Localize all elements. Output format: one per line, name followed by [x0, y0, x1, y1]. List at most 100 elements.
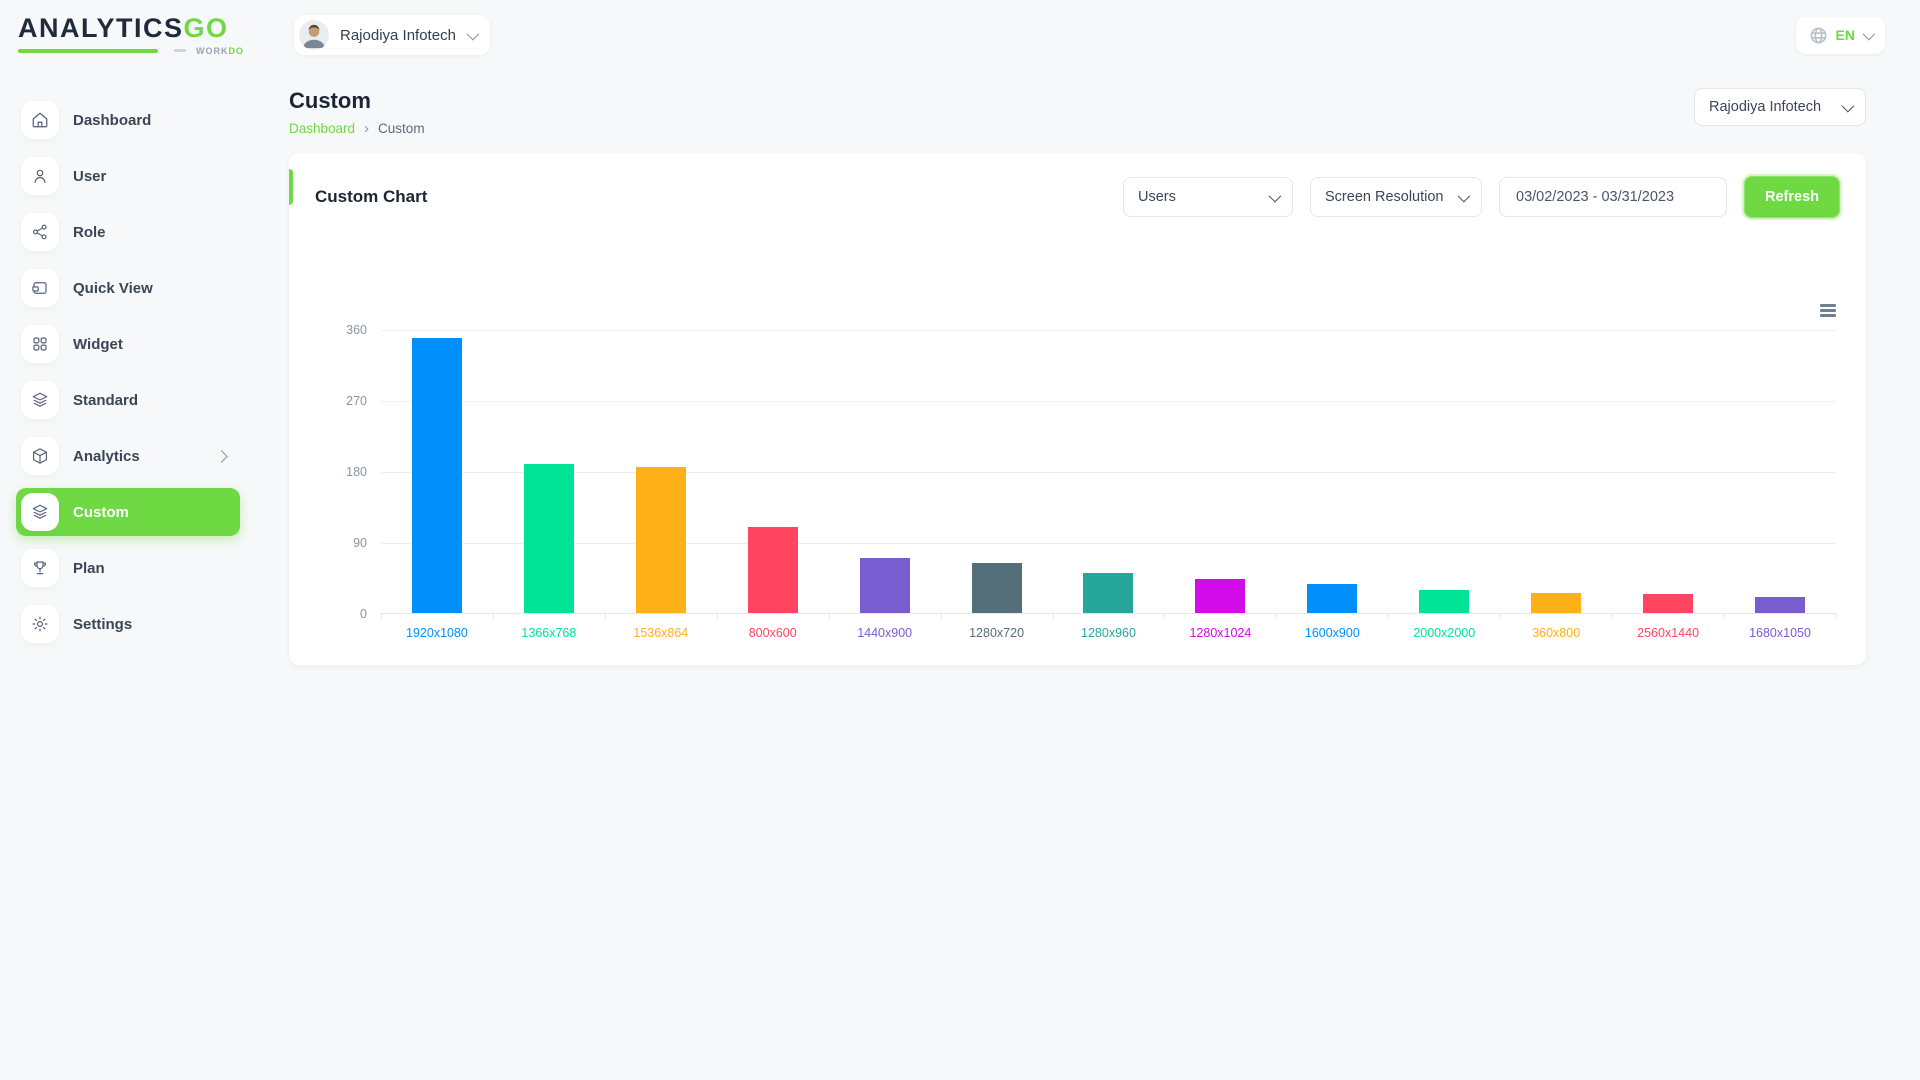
layers-icon: [31, 503, 49, 521]
y-axis-tick-label: 180: [346, 465, 367, 479]
avatar: [299, 20, 329, 50]
company-switcher[interactable]: Rajodiya Infotech: [294, 15, 490, 55]
bar-1280x1024[interactable]: [1195, 579, 1245, 613]
bar-slot: [1276, 330, 1388, 613]
bar-1920x1080[interactable]: [412, 338, 462, 613]
sidebar-item-role[interactable]: Role: [16, 208, 240, 256]
x-axis-tick: [1164, 613, 1165, 619]
x-axis-category-label: 1680x1050: [1724, 626, 1836, 640]
custom-chart-card: Custom Chart Users Screen Resolution Ref…: [289, 153, 1866, 665]
company-filter-select[interactable]: Rajodiya Infotech: [1694, 88, 1866, 126]
breadcrumb-dashboard-link[interactable]: Dashboard: [289, 121, 355, 136]
home-icon: [31, 111, 49, 129]
x-axis-category-label: 2560x1440: [1612, 626, 1724, 640]
sidebar-item-user[interactable]: User: [16, 152, 240, 200]
y-axis-tick-label: 360: [346, 323, 367, 337]
breadcrumb-separator: ›: [364, 121, 369, 136]
main-content: Custom Dashboard › Custom Rajodiya Infot…: [245, 70, 1920, 665]
breadcrumb-current: Custom: [378, 121, 425, 136]
bar-1440x900[interactable]: [860, 558, 910, 613]
chart-plot: 360270180900: [381, 330, 1836, 614]
chevron-right-icon: [215, 450, 228, 463]
breadcrumb: Dashboard › Custom: [289, 121, 425, 136]
sidebar-item-label: Role: [73, 224, 106, 241]
sidebar-item-label: Analytics: [73, 448, 140, 465]
sidebar-item-label: Custom: [73, 504, 129, 521]
bar-slot: [1612, 330, 1724, 613]
sidebar-item-quick-view[interactable]: Quick View: [16, 264, 240, 312]
sidebar-item-settings[interactable]: Settings: [16, 600, 240, 648]
metric-select[interactable]: Users: [1123, 177, 1293, 217]
globe-icon: [1809, 26, 1828, 45]
card-title: Custom Chart: [315, 187, 427, 207]
x-axis-tick: [1388, 613, 1389, 619]
sidebar-item-label: Dashboard: [73, 112, 151, 129]
bar-slot: [1724, 330, 1836, 613]
x-axis-category-label: 800x600: [717, 626, 829, 640]
bar-1280x720[interactable]: [972, 563, 1022, 613]
x-axis-tick: [493, 613, 494, 619]
y-axis-tick-label: 90: [353, 536, 367, 550]
trophy-icon: [31, 559, 49, 577]
sidebar-item-plan[interactable]: Plan: [16, 544, 240, 592]
bars: [381, 330, 1836, 613]
x-axis-tick: [941, 613, 942, 619]
bar-360x800[interactable]: [1531, 593, 1581, 613]
bar-slot: [941, 330, 1053, 613]
x-axis-tick: [1053, 613, 1054, 619]
x-axis-tick: [605, 613, 606, 619]
sidebar-item-label: Standard: [73, 392, 138, 409]
bar-800x600[interactable]: [748, 527, 798, 613]
sidebar-item-dashboard[interactable]: Dashboard: [16, 96, 240, 144]
chevron-down-icon: [1842, 99, 1855, 112]
chevron-down-icon: [1863, 27, 1876, 40]
bar-slot: [829, 330, 941, 613]
company-name: Rajodiya Infotech: [340, 27, 456, 44]
app-logo[interactable]: ANALYTICSGO WORKDO: [18, 15, 244, 56]
dimension-select[interactable]: Screen Resolution: [1310, 177, 1482, 217]
sidebar-item-standard[interactable]: Standard: [16, 376, 240, 424]
language-selector[interactable]: EN: [1796, 17, 1885, 54]
x-axis-tick: [1724, 613, 1725, 619]
share-icon: [31, 223, 49, 241]
sidebar-item-widget[interactable]: Widget: [16, 320, 240, 368]
chart-x-labels: 1920x10801366x7681536x864800x6001440x900…: [381, 626, 1836, 640]
date-range-input[interactable]: [1499, 177, 1727, 217]
x-axis-category-label: 1920x1080: [381, 626, 493, 640]
sidebar-item-label: Settings: [73, 616, 132, 633]
x-axis-tick: [1276, 613, 1277, 619]
x-axis-category-label: 1366x768: [493, 626, 605, 640]
chevron-down-icon: [466, 27, 479, 40]
bar-2560x1440[interactable]: [1643, 594, 1693, 613]
bar-slot: [381, 330, 493, 613]
sidebar-item-label: Quick View: [73, 280, 153, 297]
bar-1366x768[interactable]: [524, 464, 574, 613]
bar-2000x2000[interactable]: [1419, 590, 1469, 613]
bar-chart: 360270180900 1920x10801366x7681536x86480…: [289, 228, 1866, 640]
sidebar: Dashboard User Role Quick View Widget St…: [0, 70, 245, 656]
x-axis-category-label: 1536x864: [605, 626, 717, 640]
language-code: EN: [1836, 27, 1855, 43]
bar-1600x900[interactable]: [1307, 584, 1357, 613]
sidebar-item-custom[interactable]: Custom: [16, 488, 240, 536]
x-axis-category-label: 1280x960: [1053, 626, 1165, 640]
chevron-down-icon: [1269, 189, 1282, 202]
x-axis-tick: [717, 613, 718, 619]
refresh-button[interactable]: Refresh: [1744, 176, 1840, 218]
x-axis-tick: [1612, 613, 1613, 619]
y-axis-tick-label: 0: [360, 607, 367, 621]
x-axis-category-label: 1600x900: [1276, 626, 1388, 640]
x-axis-category-label: 1280x720: [941, 626, 1053, 640]
bar-1280x960[interactable]: [1083, 573, 1133, 613]
x-axis-category-label: 1280x1024: [1164, 626, 1276, 640]
chevron-down-icon: [1458, 189, 1471, 202]
x-axis-tick: [1836, 613, 1837, 619]
sidebar-item-analytics[interactable]: Analytics: [16, 432, 240, 480]
bar-1536x864[interactable]: [636, 467, 686, 613]
y-axis-tick-label: 270: [346, 394, 367, 408]
bar-1680x1050[interactable]: [1755, 597, 1805, 613]
logo-wordmark: ANALYTICSGO: [18, 15, 244, 42]
sidebar-item-label: User: [73, 168, 106, 185]
bar-slot: [1388, 330, 1500, 613]
chart-menu-icon[interactable]: [1820, 304, 1836, 319]
